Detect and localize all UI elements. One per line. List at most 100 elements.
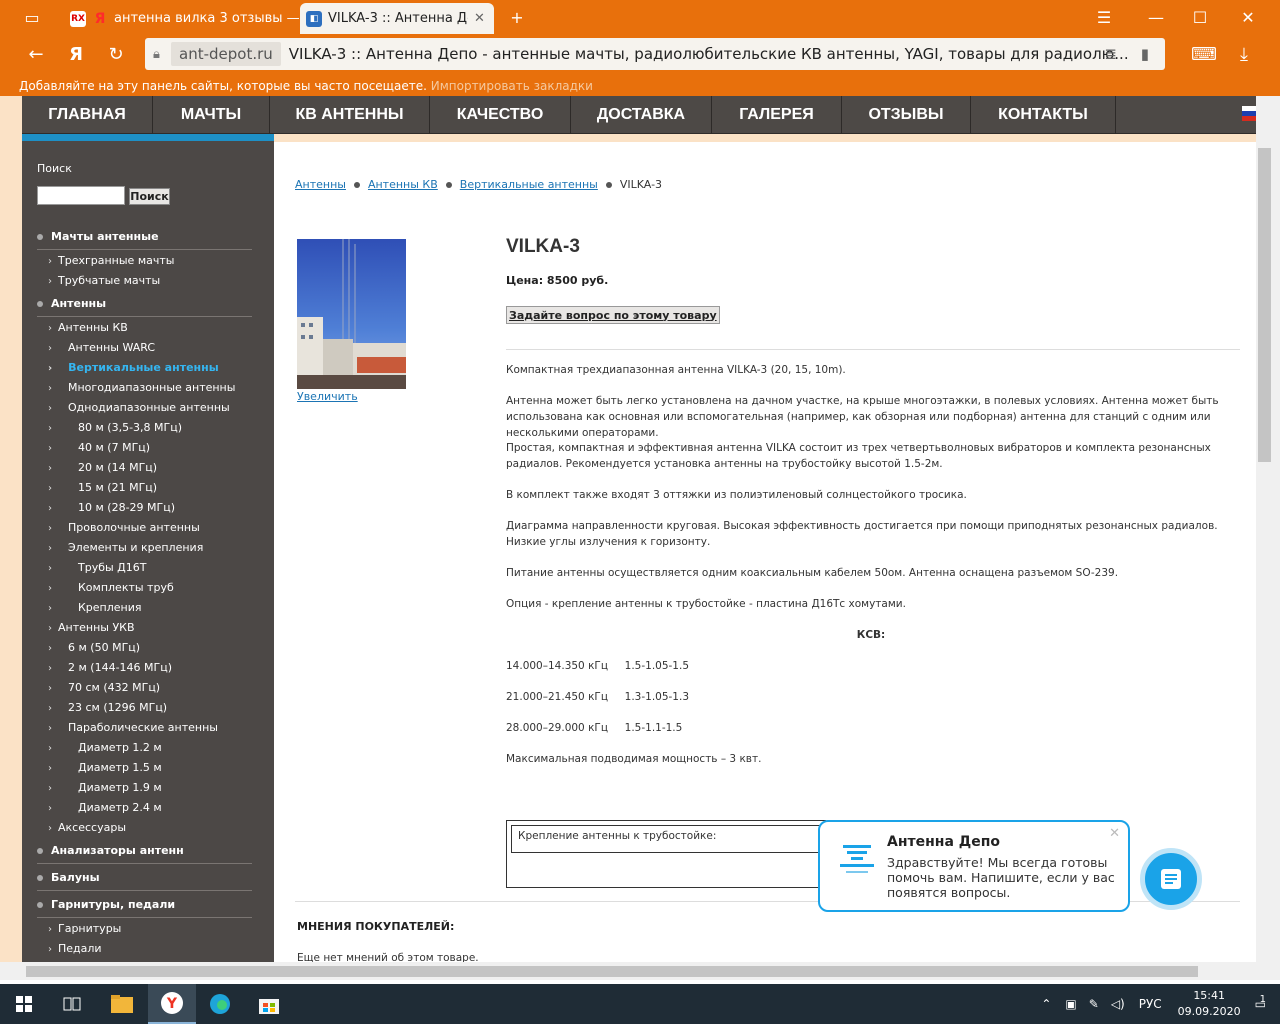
nav-home[interactable]: ГЛАВНАЯ xyxy=(22,96,153,134)
menu-icon[interactable]: ☰ xyxy=(1082,0,1126,34)
sidebar-item[interactable]: › 80 м (3,5-3,8 МГц) xyxy=(48,421,182,434)
sidebar-item[interactable]: › 6 м (50 МГц) xyxy=(48,641,140,654)
sidebar-item[interactable]: › 70 см (432 МГц) xyxy=(48,681,160,694)
breadcrumb-link[interactable]: Антенны xyxy=(295,178,346,191)
maximize-icon[interactable]: ☐ xyxy=(1178,0,1222,34)
clock[interactable]: 15:41 09.09.2020 xyxy=(1178,988,1241,1020)
import-bookmarks-link[interactable]: Импортировать закладки xyxy=(431,79,593,93)
sidebar-item[interactable]: › Диаметр 1.9 м xyxy=(48,781,162,794)
nav-hf-antennas[interactable]: КВ АНТЕННЫ xyxy=(270,96,430,134)
sidebar-toggle-icon[interactable]: ▭ xyxy=(10,0,54,34)
sidebar-item[interactable]: › Диаметр 2.4 м xyxy=(48,801,162,814)
nav-gallery[interactable]: ГАЛЕРЕЯ xyxy=(712,96,842,134)
category-masts[interactable]: Мачты антенные xyxy=(37,230,252,250)
category-analyzers[interactable]: Анализаторы антенн xyxy=(37,844,252,864)
breadcrumb-link[interactable]: Вертикальные антенны xyxy=(460,178,598,191)
sidebar-item-current[interactable]: › Вертикальные антенны xyxy=(48,361,219,374)
language-indicator[interactable]: РУС xyxy=(1139,997,1162,1011)
svg-text:Y: Y xyxy=(166,996,178,1012)
sidebar-item[interactable]: › Проволочные антенны xyxy=(48,521,200,534)
product-price: Цена: 8500 руб. xyxy=(506,274,609,287)
download-icon[interactable]: ⤓ xyxy=(1226,34,1262,74)
task-view-icon[interactable] xyxy=(48,984,96,1024)
time: 15:41 xyxy=(1193,989,1226,1002)
bookmarks-bar: Добавляйте на эту панель сайты, которые … xyxy=(0,74,1280,96)
russian-flag-icon[interactable] xyxy=(1242,106,1256,121)
sidebar-item[interactable]: › Диаметр 1.2 м xyxy=(48,741,162,754)
notifications-icon[interactable]: ▭ 1 xyxy=(1255,994,1266,1011)
sidebar-item[interactable]: › Крепления xyxy=(48,601,142,614)
nav-reviews[interactable]: ОТЗЫВЫ xyxy=(842,96,971,134)
sidebar-item[interactable]: › Гарнитуры xyxy=(48,922,121,935)
pen-icon[interactable]: ✎ xyxy=(1089,997,1099,1011)
sidebar-item[interactable]: › Аксессуары xyxy=(48,821,126,834)
bullet-icon xyxy=(605,182,612,188)
chat-popup[interactable]: Антенна Депо Здравствуйте! Мы всегда гот… xyxy=(818,820,1130,912)
sidebar-item[interactable]: › Трехгранные мачты xyxy=(48,254,174,267)
description-paragraph: Максимальная подводимая мощность – 3 квт… xyxy=(506,753,762,765)
nav-contacts[interactable]: КОНТАКТЫ xyxy=(971,96,1116,134)
category-antennas[interactable]: Антенны xyxy=(37,297,252,317)
search-input[interactable] xyxy=(37,186,125,205)
windows-start-icon[interactable] xyxy=(0,984,48,1024)
reader-icon[interactable]: ≣ xyxy=(1104,45,1117,63)
back-icon[interactable]: ← xyxy=(18,34,54,74)
sidebar-item[interactable]: › 40 м (7 МГц) xyxy=(48,441,150,454)
sidebar-item[interactable]: › Антенны КВ xyxy=(48,321,128,334)
sidebar-item[interactable]: › 23 см (1296 МГц) xyxy=(48,701,167,714)
horizontal-scrollbar[interactable] xyxy=(0,962,1256,980)
sidebar-item[interactable]: › Антенны WARC xyxy=(48,341,155,354)
close-icon[interactable]: ✕ xyxy=(1109,826,1120,841)
tab-current[interactable]: ◧ VILKA-3 :: Антенна Депо ✕ xyxy=(300,3,494,34)
edge-icon[interactable] xyxy=(196,984,244,1024)
url-field[interactable]: 🔒︎ ant-depot.ru VILKA-3 :: Антенна Депо … xyxy=(145,38,1165,70)
search-button[interactable]: Поиск xyxy=(129,188,170,205)
sidebar-item[interactable]: › 2 м (144-146 МГц) xyxy=(48,661,172,674)
search-label: Поиск xyxy=(37,162,72,175)
zoom-link[interactable]: Увеличить xyxy=(297,390,358,403)
category-headsets[interactable]: Гарнитуры, педали xyxy=(37,898,252,918)
mount-option-label[interactable]: Крепление антенны к трубостойке: xyxy=(511,825,823,853)
reload-icon[interactable]: ↻ xyxy=(98,34,134,74)
sidebar-item[interactable]: › Многодиапазонные антенны xyxy=(48,381,235,394)
sidebar-item[interactable]: › 15 м (21 МГц) xyxy=(48,481,157,494)
network-icon[interactable]: ▣ xyxy=(1065,997,1076,1011)
nav-delivery[interactable]: ДОСТАВКА xyxy=(571,96,712,134)
sidebar-item[interactable]: › Трубчатые мачты xyxy=(48,274,160,287)
sidebar-item[interactable]: › 10 м (28-29 МГц) xyxy=(48,501,175,514)
chat-button[interactable] xyxy=(1140,848,1202,910)
sidebar-item[interactable]: › Параболические антенны xyxy=(48,721,218,734)
vertical-scrollbar[interactable] xyxy=(1256,96,1280,962)
chevron-up-icon[interactable]: ⌃ xyxy=(1041,997,1051,1011)
sidebar-item[interactable]: › Комплекты труб xyxy=(48,581,174,594)
close-tab-icon[interactable]: ✕ xyxy=(474,11,485,26)
sidebar-item[interactable]: › Трубы Д16Т xyxy=(48,561,147,574)
sidebar-item[interactable]: › Однодиапазонные антенны xyxy=(48,401,230,414)
sidebar-item[interactable]: › Элементы и крепления xyxy=(48,541,203,554)
nav-quality[interactable]: КАЧЕСТВО xyxy=(430,96,571,134)
product-photo[interactable] xyxy=(297,239,406,389)
close-window-icon[interactable]: ✕ xyxy=(1226,0,1270,34)
date: 09.09.2020 xyxy=(1177,1005,1241,1018)
protect-icon[interactable]: ⌨ xyxy=(1186,34,1222,74)
ask-question-button[interactable]: Задайте вопрос по этому товару xyxy=(506,306,720,324)
sidebar-item[interactable]: › 20 м (14 МГц) xyxy=(48,461,157,474)
minimize-icon[interactable]: — xyxy=(1134,0,1178,34)
volume-icon[interactable]: ◁) xyxy=(1111,997,1125,1011)
yandex-logo-icon[interactable]: Я xyxy=(58,34,94,74)
chat-sender-name: Антенна Депо xyxy=(887,834,1001,850)
breadcrumb-link[interactable]: Антенны КВ xyxy=(368,178,438,191)
sidebar-item[interactable]: › Педали xyxy=(48,942,102,955)
divider xyxy=(506,349,1240,350)
description-paragraph: Компактная трехдиапазонная антенна VILKA… xyxy=(506,364,846,376)
yandex-browser-icon[interactable]: Y xyxy=(148,984,196,1024)
nav-masts[interactable]: МАЧТЫ xyxy=(153,96,270,134)
tab-search[interactable]: RX Я антенна вилка 3 отзывы — xyxy=(64,3,300,34)
file-explorer-icon[interactable] xyxy=(98,984,146,1024)
category-baluns[interactable]: Балуны xyxy=(37,871,252,891)
bookmark-icon[interactable]: ▮ xyxy=(1141,45,1149,63)
sidebar-item[interactable]: › Антенны УКВ xyxy=(48,621,135,634)
store-icon[interactable] xyxy=(245,984,293,1024)
new-tab-icon[interactable]: + xyxy=(495,0,539,34)
sidebar-item[interactable]: › Диаметр 1.5 м xyxy=(48,761,162,774)
